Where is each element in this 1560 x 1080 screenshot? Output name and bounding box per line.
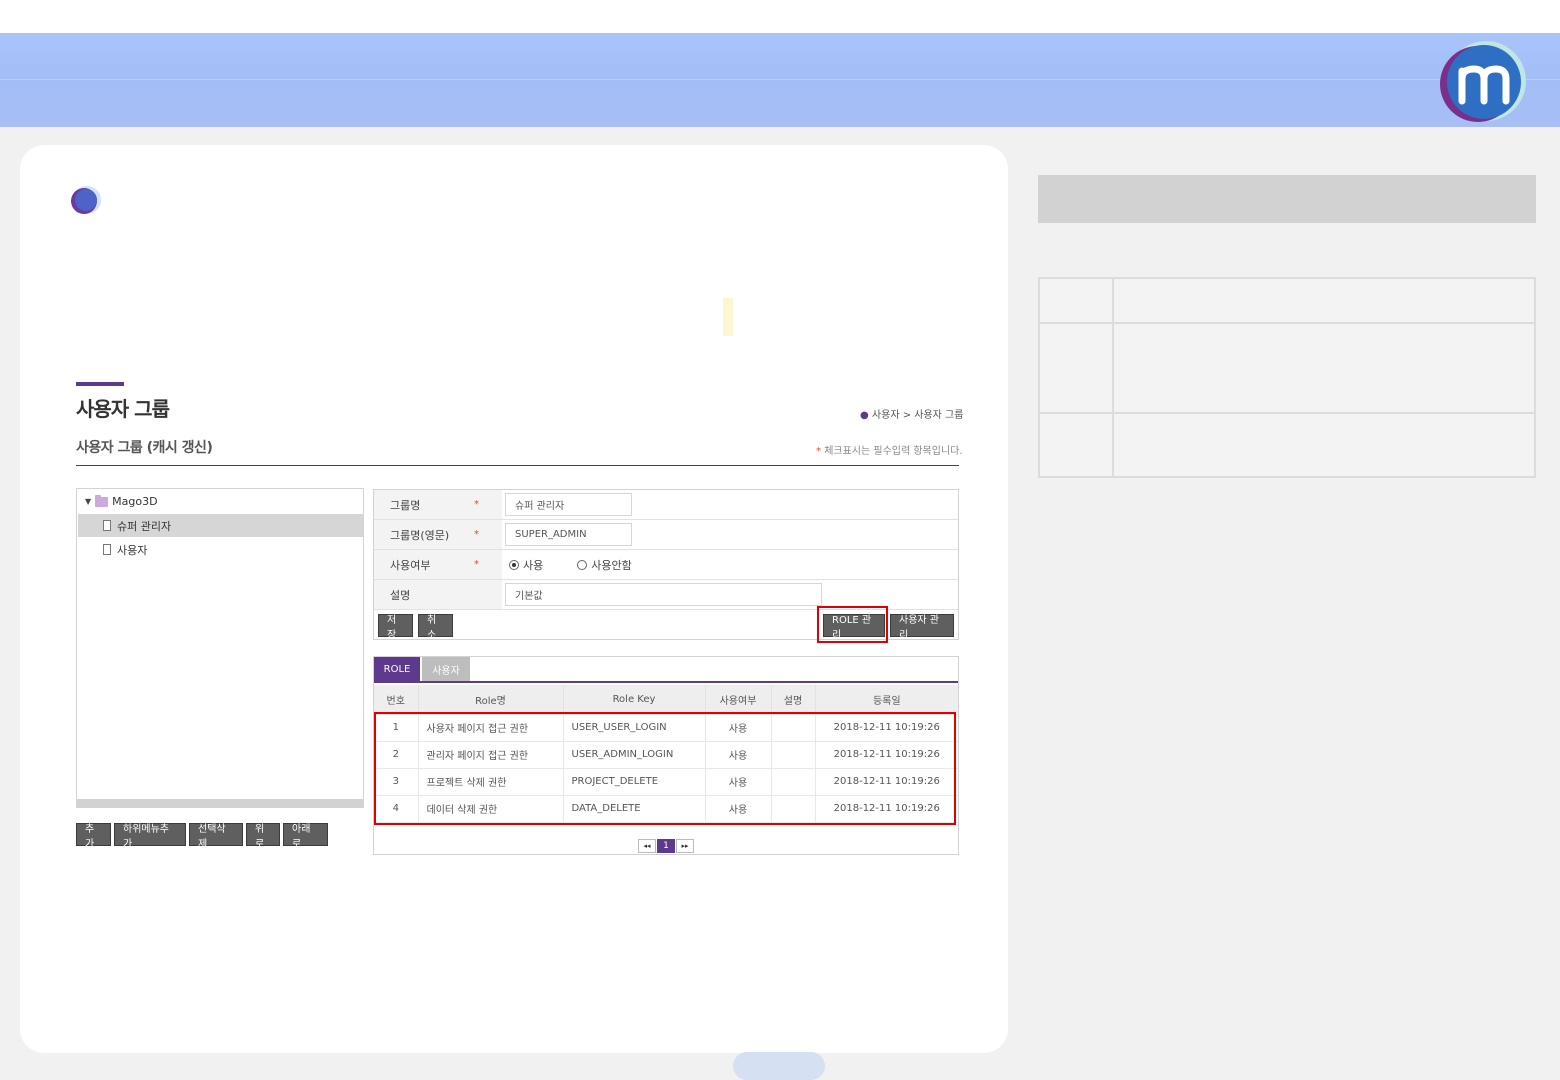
- group-name-en-input[interactable]: SUPER_ADMIN: [505, 523, 632, 546]
- label-group-name: 그룹명 *: [374, 490, 502, 519]
- save-button[interactable]: 저장: [378, 614, 413, 641]
- pagination: ◂◂ 1 ▸▸: [638, 839, 694, 853]
- tab-user[interactable]: 사용자: [422, 657, 470, 681]
- document-icon: [103, 520, 111, 531]
- radio-label: 사용: [523, 558, 544, 572]
- header-banner: [0, 33, 1560, 127]
- tree-item-super-admin[interactable]: 슈퍼 관리자: [78, 514, 363, 537]
- form-left-buttons: 저장 취소: [378, 614, 453, 641]
- add-button[interactable]: 추가: [76, 823, 111, 850]
- required-star: *: [816, 446, 821, 457]
- col-no: 번호: [374, 685, 419, 715]
- group-name-input[interactable]: 슈퍼 관리자: [505, 493, 632, 516]
- breadcrumb: ● 사용자 > 사용자 그룹: [860, 406, 963, 421]
- role-tabs: ROLE 사용자: [374, 657, 470, 681]
- radio-checked-icon[interactable]: [509, 559, 519, 570]
- tree-root[interactable]: ▼ Mago3D: [85, 494, 158, 508]
- user-manage-button[interactable]: 사용자 관리: [890, 614, 954, 641]
- delete-selected-button[interactable]: 선택삭제: [189, 823, 243, 850]
- bottom-pill: [733, 1052, 825, 1080]
- mago-logo-icon: [1440, 41, 1526, 122]
- title-accent-bar: [76, 382, 124, 386]
- section-divider: [76, 465, 959, 466]
- label-text: 사용여부: [390, 558, 431, 572]
- radio-unchecked-icon[interactable]: [577, 559, 588, 570]
- label-text: 설명: [390, 588, 411, 602]
- label-text: 그룹명(영문): [390, 528, 450, 542]
- section-subtitle[interactable]: 사용자 그룹 (캐시 갱신): [76, 437, 213, 457]
- tab-underline: [374, 681, 958, 683]
- row-group-name-en: 그룹명(영문) * SUPER_ADMIN: [374, 520, 958, 550]
- required-note: * 체크표시는 필수입력 항목입니다.: [816, 442, 963, 457]
- right-panel-table: [1038, 277, 1536, 478]
- right-panel-header: [1038, 175, 1536, 223]
- role-manage-highlight: [817, 606, 888, 643]
- required-note-text: 체크표시는 필수입력 항목입니다.: [824, 446, 963, 457]
- tab-role[interactable]: ROLE: [374, 657, 420, 681]
- col-desc: 설명: [771, 685, 816, 715]
- label-use-yn: 사용여부 *: [374, 550, 502, 579]
- page-1-button[interactable]: 1: [657, 839, 675, 853]
- role-rows-highlight: [374, 712, 956, 825]
- next-page-icon[interactable]: ▸▸: [676, 839, 694, 853]
- tree-item-user[interactable]: 사용자: [78, 538, 363, 561]
- cursor-mark: [723, 298, 733, 336]
- prev-page-icon[interactable]: ◂◂: [638, 839, 656, 853]
- add-submenu-button[interactable]: 하위메뉴추가: [114, 823, 186, 850]
- label-group-name-en: 그룹명(영문) *: [374, 520, 502, 549]
- description-input[interactable]: 기본값: [505, 583, 822, 606]
- tree-root-label: Mago3D: [112, 495, 158, 508]
- required-star: *: [474, 499, 479, 510]
- tree-scrollbar[interactable]: [77, 799, 363, 807]
- table-header-row: 번호 Role명 Role Key 사용여부 설명 등록일: [374, 685, 958, 715]
- banner-stripe: [0, 79, 1560, 80]
- top-bar: [0, 0, 1560, 33]
- col-use: 사용여부: [705, 685, 772, 715]
- expand-triangle-icon[interactable]: ▼: [85, 497, 91, 506]
- required-star: *: [474, 529, 479, 540]
- cancel-button[interactable]: 취소: [418, 614, 453, 641]
- folder-icon: [95, 494, 109, 507]
- label-description: 설명: [374, 580, 502, 609]
- main-card: 사용자 그룹 ● 사용자 > 사용자 그룹 사용자 그룹 (캐시 갱신) * 체…: [20, 145, 1008, 1053]
- page-title: 사용자 그룹: [76, 397, 170, 421]
- group-tree: ▼ Mago3D 슈퍼 관리자 사용자: [76, 488, 364, 808]
- radio-not-use[interactable]: 사용안함: [577, 557, 632, 573]
- move-up-button[interactable]: 위로: [246, 823, 280, 850]
- radio-use[interactable]: 사용: [509, 557, 543, 573]
- col-role-key: Role Key: [563, 685, 706, 715]
- label-text: 그룹명: [390, 498, 421, 512]
- right-table-row: [1040, 279, 1534, 324]
- tree-button-bar: 추가 하위메뉴추가 선택삭제 위로 아래로: [76, 823, 328, 850]
- tree-item-label: 사용자: [117, 543, 148, 557]
- move-down-button[interactable]: 아래로: [283, 823, 328, 850]
- row-use-yn: 사용여부 * 사용 사용안함: [374, 550, 958, 580]
- col-role-name: Role명: [418, 685, 564, 715]
- document-icon: [103, 544, 111, 555]
- row-group-name: 그룹명 * 슈퍼 관리자: [374, 490, 958, 520]
- radio-label: 사용안함: [591, 558, 632, 572]
- col-date: 등록일: [815, 685, 958, 715]
- required-star: *: [474, 559, 479, 570]
- users-icon: ●: [860, 410, 869, 421]
- right-table-row: [1040, 324, 1534, 414]
- breadcrumb-text: 사용자 > 사용자 그룹: [871, 410, 964, 421]
- bullet-icon: [71, 186, 101, 214]
- tree-item-label: 슈퍼 관리자: [117, 519, 172, 533]
